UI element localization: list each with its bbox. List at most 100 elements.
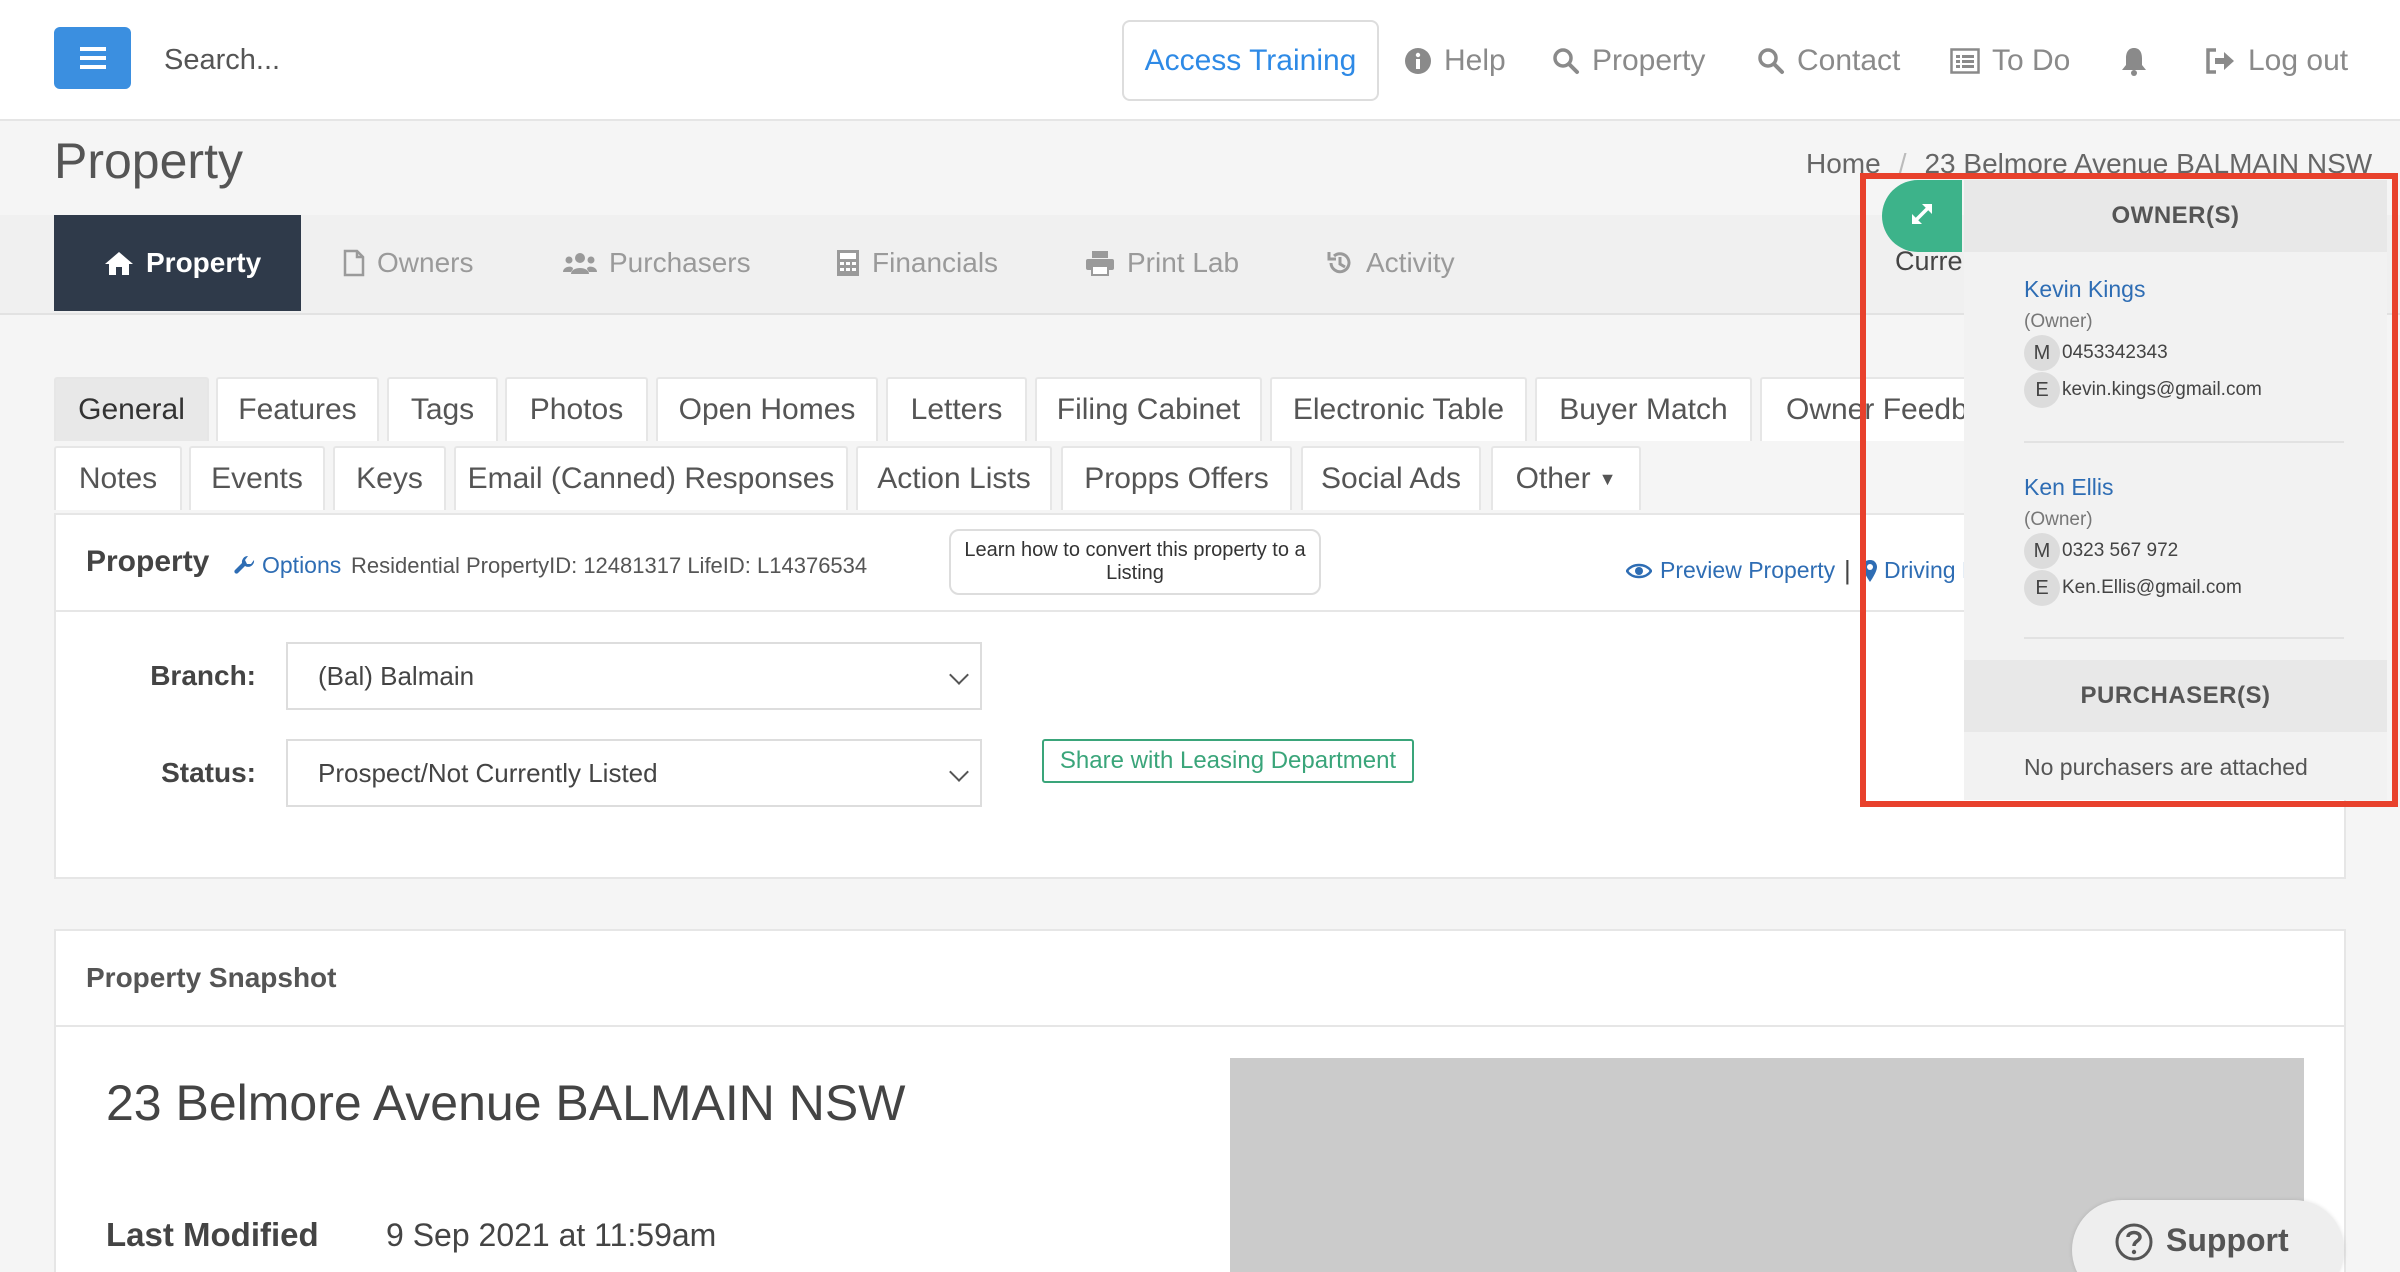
- branch-select[interactable]: (Bal) Balmain: [286, 642, 982, 710]
- tab-financials[interactable]: Financials: [836, 215, 998, 311]
- email-badge: E: [2024, 570, 2060, 606]
- tab-print-lab[interactable]: Print Lab: [1085, 215, 1239, 311]
- owners-heading: OWNER(S): [1964, 180, 2387, 252]
- users-icon: [563, 250, 597, 276]
- info-icon: [1404, 47, 1432, 75]
- todo-label: To Do: [1992, 44, 2071, 77]
- menu-toggle-button[interactable]: [54, 27, 131, 89]
- todo-link[interactable]: To Do: [1950, 38, 2070, 84]
- subtab-electronic-table[interactable]: Electronic Table: [1270, 377, 1527, 441]
- email-address[interactable]: Ken.Ellis@gmail.com: [2062, 577, 2242, 599]
- expand-icon: [1906, 198, 1938, 235]
- tab-purchasers-label: Purchasers: [609, 247, 751, 278]
- subtab-filing-cabinet[interactable]: Filing Cabinet: [1035, 377, 1262, 441]
- chevron-down-icon: [949, 762, 969, 782]
- email-address[interactable]: kevin.kings@gmail.com: [2062, 379, 2262, 401]
- list-icon: [1950, 48, 1980, 74]
- breadcrumb-current: 23 Belmore Avenue BALMAIN NSW: [1924, 148, 2373, 179]
- subtab-letters[interactable]: Letters: [886, 377, 1027, 441]
- help-link[interactable]: Help: [1404, 38, 1506, 84]
- snapshot-address: 23 Belmore Avenue BALMAIN NSW: [106, 1075, 906, 1131]
- tab-property[interactable]: Property: [54, 215, 302, 311]
- question-circle-icon: [2114, 1222, 2154, 1262]
- share-leasing-button[interactable]: Share with Leasing Department: [1042, 739, 1414, 783]
- subtab-open-homes[interactable]: Open Homes: [656, 377, 878, 441]
- driving-directions-link[interactable]: Driving Directions: [1862, 557, 1972, 584]
- expand-sidebar-button[interactable]: [1882, 180, 1962, 252]
- property-snapshot-panel: Property Snapshot 23 Belmore Avenue BALM…: [54, 929, 2346, 1272]
- owner-divider: [2024, 441, 2344, 443]
- owner-role: (Owner): [2024, 509, 2093, 530]
- owners-sidebar: OWNER(S) Kevin Kings (Owner) M 045334234…: [1964, 180, 2387, 800]
- subtab-action-lists[interactable]: Action Lists: [856, 446, 1052, 510]
- options-link[interactable]: Options: [234, 552, 341, 579]
- subtab-social-ads[interactable]: Social Ads: [1301, 446, 1481, 510]
- wrench-icon: [234, 555, 256, 577]
- link-separator: |: [1844, 555, 1851, 585]
- logout-label: Log out: [2248, 44, 2349, 77]
- learn-convert-button[interactable]: Learn how to convert this property to a …: [949, 529, 1321, 595]
- tab-owners-label: Owners: [377, 247, 474, 278]
- property-search-link[interactable]: Property: [1552, 38, 1705, 84]
- subtab-email-canned-responses[interactable]: Email (Canned) Responses: [454, 446, 848, 510]
- logout-link[interactable]: Log out: [2204, 38, 2348, 84]
- breadcrumb: Home / 23 Belmore Avenue BALMAIN NSW: [1806, 148, 2372, 180]
- help-label: Help: [1444, 44, 1506, 77]
- last-modified-label: Last Modified: [106, 1216, 319, 1253]
- owner-name-link[interactable]: Kevin Kings: [2024, 276, 2145, 303]
- no-purchasers-text: No purchasers are attached: [2024, 754, 2308, 780]
- subtab-features[interactable]: Features: [216, 377, 379, 441]
- mobile-number[interactable]: 0323 567 972: [2062, 540, 2178, 562]
- mobile-number[interactable]: 0453342343: [2062, 342, 2168, 364]
- printer-icon: [1085, 250, 1115, 276]
- subtab-owner-feedback[interactable]: Owner Feedba: [1760, 377, 1990, 441]
- tab-activity[interactable]: Activity: [1326, 215, 1455, 311]
- subtab-other-dropdown[interactable]: Other ▼: [1491, 446, 1641, 510]
- snapshot-header: Property Snapshot: [56, 931, 2344, 1027]
- eye-icon: [1626, 562, 1652, 580]
- tab-owners[interactable]: Owners: [343, 215, 473, 311]
- subtab-tags[interactable]: Tags: [387, 377, 498, 441]
- search-icon: [1552, 47, 1580, 75]
- tab-property-label: Property: [146, 247, 262, 278]
- search-icon: [1757, 47, 1785, 75]
- calculator-icon: [836, 249, 860, 277]
- subtab-buyer-match[interactable]: Buyer Match: [1535, 377, 1752, 441]
- subtab-other-label: Other: [1515, 462, 1591, 495]
- current-tab-label[interactable]: Current: [1895, 246, 1965, 277]
- owner-name-link[interactable]: Ken Ellis: [2024, 474, 2113, 501]
- subtab-events[interactable]: Events: [189, 446, 325, 510]
- contact-search-link[interactable]: Contact: [1757, 38, 1900, 84]
- notifications-button[interactable]: [2120, 38, 2160, 84]
- top-navigation-bar: Access Training Help Property Contact To…: [0, 0, 2400, 121]
- property-link-label: Property: [1592, 44, 1706, 77]
- preview-property-link[interactable]: Preview Property: [1626, 557, 1835, 584]
- caret-down-icon: ▼: [1598, 468, 1617, 489]
- property-panel-title: Property: [86, 545, 210, 578]
- search-input[interactable]: [150, 30, 650, 90]
- support-label: Support: [2166, 1222, 2289, 1258]
- support-button[interactable]: Support: [2072, 1200, 2344, 1272]
- status-value: Prospect/Not Currently Listed: [318, 757, 658, 788]
- driving-directions-label: Driving Directions: [1884, 557, 1972, 583]
- owner-mobile: M 0453342343: [2024, 335, 2168, 371]
- subtab-keys[interactable]: Keys: [333, 446, 446, 510]
- owner-role: (Owner): [2024, 311, 2093, 332]
- email-badge: E: [2024, 372, 2060, 408]
- subtab-notes[interactable]: Notes: [54, 446, 182, 510]
- breadcrumb-home[interactable]: Home: [1806, 148, 1881, 179]
- subtab-photos[interactable]: Photos: [505, 377, 648, 441]
- preview-property-label: Preview Property: [1660, 557, 1836, 583]
- tab-activity-label: Activity: [1366, 247, 1455, 278]
- sign-out-icon: [2204, 47, 2236, 75]
- tab-financials-label: Financials: [872, 247, 999, 278]
- subtab-propps-offers[interactable]: Propps Offers: [1061, 446, 1292, 510]
- hamburger-icon: [79, 56, 106, 60]
- tab-purchasers[interactable]: Purchasers: [563, 215, 751, 311]
- status-select[interactable]: Prospect/Not Currently Listed: [286, 739, 982, 807]
- access-training-button[interactable]: Access Training: [1122, 20, 1379, 101]
- breadcrumb-separator: /: [1898, 148, 1907, 179]
- subtab-general[interactable]: General: [54, 377, 209, 441]
- status-label: Status:: [161, 757, 256, 788]
- file-icon: [343, 249, 365, 277]
